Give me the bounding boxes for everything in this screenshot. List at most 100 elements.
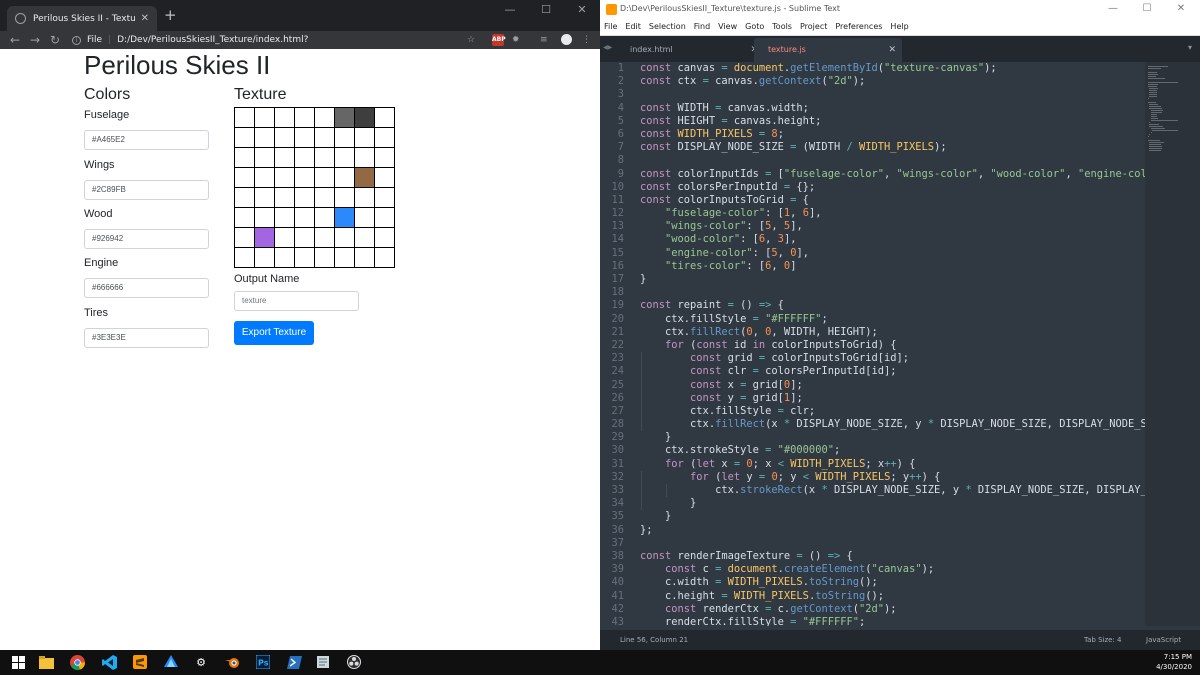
maximize-button[interactable]: ☐ [528,3,564,16]
bookmark-star-icon[interactable]: ☆ [467,34,475,46]
back-arrow-icon[interactable]: ← [10,32,20,48]
blender-icon[interactable] [224,654,240,670]
system-clock[interactable]: 7:15 PM 4/30/2020 [1156,652,1192,672]
code-line[interactable]: 2 const ctx = canvas.getContext("2d"); [600,75,1145,88]
code-line[interactable]: 4 const WIDTH = canvas.width; [600,102,1145,115]
code-line[interactable]: 32 for (let y = 0; y < WIDTH_PIXELS; y++… [600,470,1145,484]
address-bar[interactable]: i File | D:/Dev/PerilousSkiesII_Texture/… [72,32,487,48]
code-line[interactable]: 34 } [600,497,1145,511]
tab-index-html[interactable]: index.html ✕ [616,38,764,62]
minimize-button[interactable]: — [1096,3,1130,14]
output-name-input[interactable]: texture [234,291,359,311]
code-line[interactable]: 23 const grid = colorInputsToGrid[id]; [600,352,1145,366]
close-tab-icon[interactable]: ✕ [141,13,149,24]
chrome-icon[interactable] [69,654,85,670]
code-line[interactable]: 8 [600,154,1145,167]
fuselage-color-input[interactable]: #A465E2 [84,130,209,150]
extension-gear-icon[interactable]: ✹ [512,34,520,46]
code-line[interactable]: 5 const HEIGHT = canvas.height; [600,115,1145,128]
code-line[interactable]: 20 ctx.fillStyle = "#FFFFFF"; [600,313,1145,326]
tires-color-input[interactable]: #3E3E3E [84,328,209,348]
tab-list-dropdown-icon[interactable]: ▾ [1188,43,1192,52]
code-line[interactable]: 12 "fuselage-color": [1, 6], [600,207,1145,220]
code-line[interactable]: 16 "tires-color": [6, 0] [600,260,1145,273]
engine-color-input[interactable]: #666666 [84,278,209,298]
windows-start-icon[interactable] [10,654,26,670]
minimize-button[interactable]: — [492,3,528,16]
menu-view[interactable]: View [718,20,737,35]
menu-dots-icon[interactable]: ⋮ [582,34,591,46]
minimap[interactable] [1145,62,1200,626]
code-line[interactable]: 11 const colorInputsToGrid = { [600,194,1145,207]
code-line[interactable]: 26 const y = grid[1]; [600,391,1145,405]
menu-file[interactable]: File [604,20,617,35]
sublime-text-icon[interactable] [132,654,148,670]
file-explorer-icon[interactable] [38,654,54,670]
code-line[interactable]: 17} [600,273,1145,286]
code-line[interactable]: 31 for (let x = 0; x < WIDTH_PIXELS; x++… [600,458,1145,471]
texture-canvas[interactable] [234,107,395,268]
adblock-icon[interactable]: ABP [492,34,506,46]
code-line[interactable]: 13 "wings-color": [5, 5], [600,220,1145,233]
code-line[interactable]: 6 const WIDTH_PIXELS = 8; [600,128,1145,141]
powershell-icon[interactable] [286,654,302,670]
new-tab-button[interactable]: + [164,8,177,23]
menu-edit[interactable]: Edit [625,20,641,35]
code-line[interactable]: 39 const c = document.createElement("can… [600,563,1145,576]
code-line[interactable]: 30 ctx.strokeStyle = "#000000"; [600,444,1145,457]
menu-preferences[interactable]: Preferences [835,20,882,35]
code-line[interactable]: 7 const DISPLAY_NODE_SIZE = (WIDTH / WIDT… [600,141,1145,154]
export-texture-button[interactable]: Export Texture [234,321,314,345]
photoshop-icon[interactable]: Ps [255,654,271,670]
close-tab-icon[interactable]: ✕ [888,38,896,62]
code-line[interactable]: 38 const renderImageTexture = () => { [600,550,1145,563]
menu-project[interactable]: Project [800,20,827,35]
code-line[interactable]: 42 const renderCtx = c.getContext("2d"); [600,603,1145,616]
reload-icon[interactable]: ↻ [50,32,60,48]
wings-color-input[interactable]: #2C89FB [84,180,209,200]
cursor-position[interactable]: Line 56, Column 21 [620,630,688,650]
menu-goto[interactable]: Goto [745,20,764,35]
code-line[interactable]: 28 ctx.fillRect(x * DISPLAY_NODE_SIZE, y… [600,418,1145,432]
menu-selection[interactable]: Selection [649,20,686,35]
code-line[interactable]: 1 const canvas = document.getElementById(… [600,62,1145,75]
code-line[interactable]: 18 [600,286,1145,299]
code-line[interactable]: 21 ctx.fillRect(0, 0, WIDTH, HEIGHT); [600,326,1145,339]
code-line[interactable]: 25 const x = grid[0]; [600,378,1145,392]
menu-tools[interactable]: Tools [772,20,792,35]
code-line[interactable]: 15 "engine-color": [5, 0], [600,247,1145,260]
code-line[interactable]: 33 ctx.strokeRect(x * DISPLAY_NODE_SIZE,… [600,484,1145,498]
settings-gear-icon[interactable]: ⚙ [193,654,209,670]
code-line[interactable]: 3 [600,88,1145,101]
code-line[interactable]: 40 c.width = WIDTH_PIXELS.toString(); [600,576,1145,589]
code-line[interactable]: 24 const clr = colorsPerInputId[id]; [600,365,1145,379]
tab-texture-js[interactable]: texture.js ✕ [754,38,902,62]
close-button[interactable]: ✕ [1164,3,1198,14]
menu-find[interactable]: Find [694,20,710,35]
tab-size-indicator[interactable]: Tab Size: 4 [1084,630,1121,650]
code-line[interactable]: 10 const colorsPerInputId = {}; [600,181,1145,194]
info-icon[interactable]: i [72,35,81,45]
media-queue-icon[interactable]: ≡ [540,34,548,46]
notepad-icon[interactable] [315,654,331,670]
close-button[interactable]: ✕ [564,3,600,16]
code-editor[interactable]: 1 const canvas = document.getElementById(… [600,62,1145,626]
code-line[interactable]: 14 "wood-color": [6, 3], [600,233,1145,246]
code-line[interactable]: 37 [600,537,1145,550]
code-line[interactable]: 19 const repaint = () => { [600,299,1145,312]
tab-scroll-arrows-icon[interactable]: ◀▶ [603,44,612,51]
menu-help[interactable]: Help [890,20,908,35]
code-line[interactable]: 35 } [600,510,1145,523]
azure-icon[interactable] [163,654,179,670]
maximize-button[interactable]: ☐ [1130,3,1164,14]
browser-tab[interactable]: Perilous Skies II - Texture ✕ [7,6,157,31]
forward-arrow-icon[interactable]: → [30,32,40,48]
code-line[interactable]: 36}; [600,524,1145,537]
profile-avatar[interactable] [561,34,572,45]
code-line[interactable]: 43 renderCtx.fillStyle = "#FFFFFF"; [600,616,1145,626]
vscode-icon[interactable] [101,654,117,670]
syntax-indicator[interactable]: JavaScript [1146,630,1181,650]
code-line[interactable]: 9 const colorInputIds = ["fuselage-color"… [600,168,1145,181]
code-line[interactable]: 29 } [600,431,1145,444]
wood-color-input[interactable]: #926942 [84,229,209,249]
